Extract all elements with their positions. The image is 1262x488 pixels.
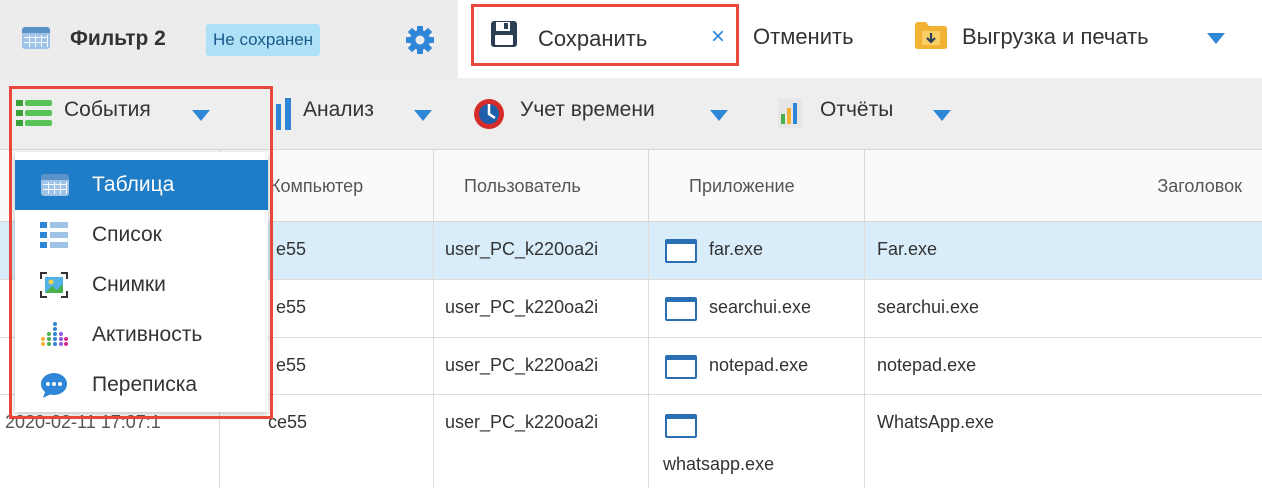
analysis-icon <box>276 98 291 130</box>
time-tracking-menu[interactable]: Учет времени <box>520 98 655 122</box>
window-icon <box>665 414 697 438</box>
title-cell: notepad.exe <box>877 355 977 375</box>
gear-icon[interactable] <box>405 25 435 55</box>
column-header-title[interactable]: Заголовок <box>865 150 1262 222</box>
top-bar: Фильтр 2 Не сохранен Сохранить × Отменит… <box>0 0 1262 78</box>
reports-icon <box>778 98 802 128</box>
floppy-disk-icon <box>491 21 517 47</box>
status-badge: Не сохранен <box>206 24 321 56</box>
title-cell: searchui.exe <box>877 297 980 317</box>
filter-title: Фильтр 2 <box>70 27 166 50</box>
close-icon[interactable]: × <box>711 23 725 51</box>
user-cell: user_PC_k220oa2i <box>434 222 649 279</box>
window-icon <box>665 355 697 379</box>
app-cell: far.exe <box>649 222 865 279</box>
column-header-user[interactable]: Пользователь <box>434 150 649 222</box>
window-icon <box>665 239 697 263</box>
export-print-menu[interactable]: Выгрузка и печать <box>962 24 1149 50</box>
app-cell: notepad.exe <box>649 338 865 394</box>
chevron-down-icon[interactable] <box>933 110 951 121</box>
filter-tab[interactable]: Фильтр 2 Не сохранен <box>0 0 458 78</box>
cancel-button[interactable]: Отменить <box>753 24 854 50</box>
window-icon <box>665 297 697 321</box>
user-cell: user_PC_k220oa2i <box>434 338 649 394</box>
clock-icon <box>474 99 504 129</box>
table-icon <box>22 27 50 49</box>
save-button[interactable]: Сохранить <box>471 4 739 66</box>
title-cell: WhatsApp.exe <box>877 412 995 432</box>
save-label: Сохранить <box>538 26 648 51</box>
reports-menu[interactable]: Отчёты <box>820 98 893 122</box>
column-header-application[interactable]: Приложение <box>649 150 865 222</box>
user-cell: user_PC_k220oa2i <box>434 395 649 488</box>
app-cell: whatsapp.exe <box>649 395 865 488</box>
highlight-frame <box>9 86 273 419</box>
analysis-menu[interactable]: Анализ <box>303 98 374 122</box>
chevron-down-icon[interactable] <box>414 110 432 121</box>
chevron-down-icon[interactable] <box>710 110 728 121</box>
chevron-down-icon[interactable] <box>1207 33 1225 44</box>
app-cell: searchui.exe <box>649 280 865 337</box>
user-cell: user_PC_k220oa2i <box>434 280 649 337</box>
folder-export-icon <box>915 22 947 49</box>
title-cell: Far.exe <box>877 239 938 259</box>
